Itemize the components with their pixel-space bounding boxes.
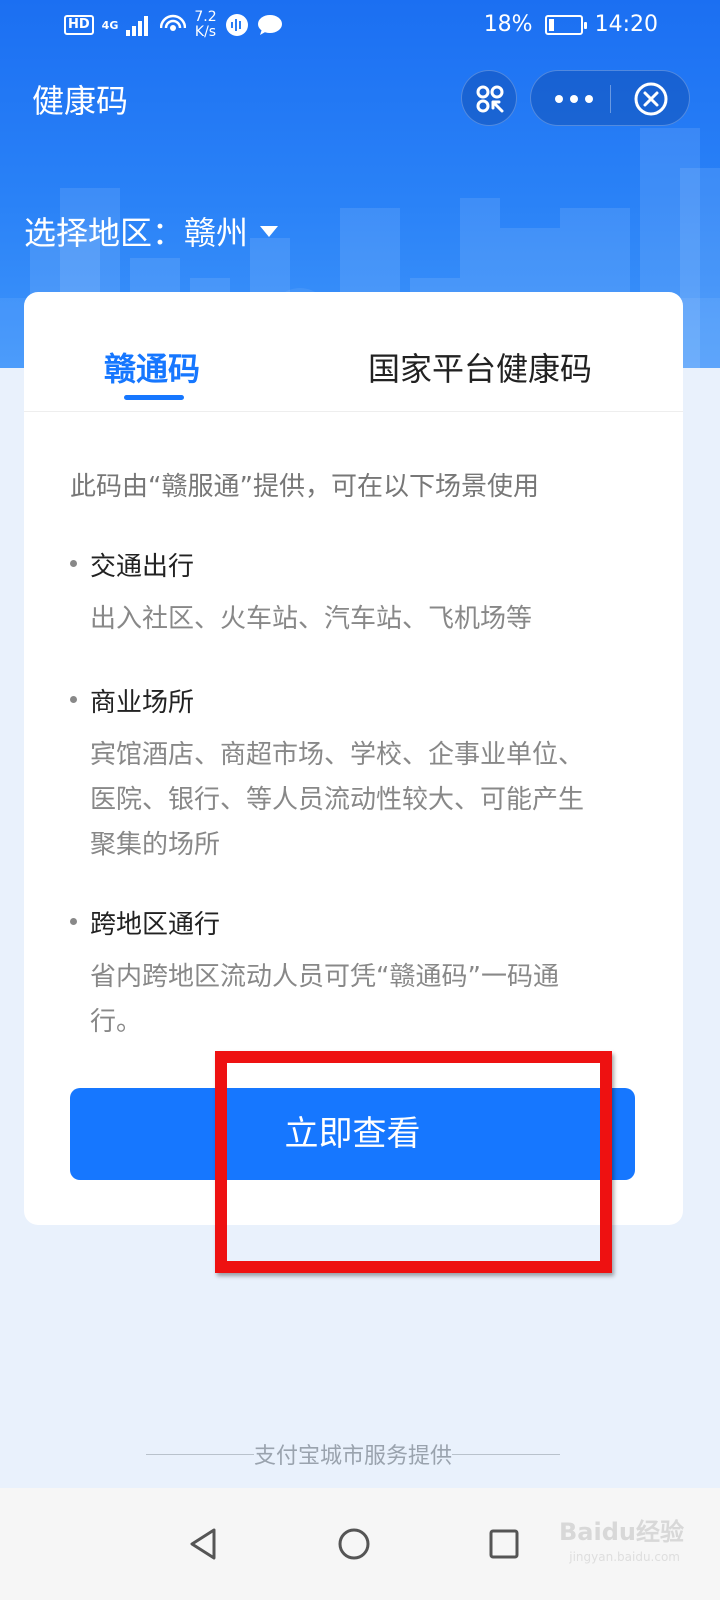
section-title: 交通出行	[90, 552, 195, 582]
section-description: 宾馆酒店、商超市场、学校、企事业单位、 医院、银行、等人员流动性较大、可能产生 …	[70, 733, 650, 868]
description-line: 省内跨地区流动人员可凭“赣通码”一码通	[90, 962, 559, 992]
description-line: 行。	[90, 1007, 143, 1037]
battery-icon	[544, 14, 587, 35]
miniapp-capsule	[530, 70, 690, 126]
more-button[interactable]	[531, 71, 610, 127]
voice-app-icon	[225, 14, 248, 36]
bullet-dot	[70, 918, 77, 925]
baidu-watermark-url: jingyan.baidu.com	[569, 1550, 680, 1564]
section-title: 商业场所	[90, 688, 195, 718]
speed-value: 7.2	[194, 9, 217, 25]
network-speed: 7.2 K/s	[194, 10, 216, 40]
footer-line-left	[146, 1453, 254, 1455]
scan-button[interactable]	[461, 70, 517, 126]
baidu-watermark: Baidu经验	[559, 1518, 684, 1546]
recents-square-icon	[489, 1529, 519, 1559]
active-tab-indicator	[124, 395, 184, 400]
close-circle-icon	[634, 82, 668, 116]
signal-icon	[126, 16, 149, 36]
nav-home-button[interactable]	[326, 1516, 382, 1572]
section-title: 跨地区通行	[90, 910, 221, 940]
description-line: 宾馆酒店、商超市场、学校、企事业单位、	[90, 740, 585, 770]
footer-credit: 支付宝城市服务提供	[146, 1438, 561, 1470]
footer-text: 支付宝城市服务提供	[254, 1444, 453, 1469]
status-bar: HD 4G 7.2 K/s 18% 14:20	[0, 0, 720, 52]
description-line: 出入社区、火车站、汽车站、飞机场等	[90, 604, 533, 634]
section-transport: 交通出行 出入社区、火车站、汽车站、飞机场等	[70, 546, 650, 642]
section-cross-region: 跨地区通行 省内跨地区流动人员可凭“赣通码”一码通 行。	[70, 904, 650, 1045]
hd-indicator: HD	[64, 15, 94, 35]
tab-bar: 赣通码 国家平台健康码	[24, 292, 683, 412]
bullet-dot	[70, 560, 77, 567]
description-line: 医院、银行、等人员流动性较大、可能产生	[90, 785, 585, 815]
nav-back-button[interactable]	[176, 1516, 232, 1572]
intro-text: 此码由“赣服通”提供，可在以下场景使用	[70, 472, 539, 502]
caret-down-icon	[260, 225, 279, 237]
scan-qr-icon	[476, 85, 504, 113]
speed-unit: K/s	[194, 24, 217, 40]
battery-percent: 18%	[483, 12, 533, 37]
description-line: 聚集的场所	[90, 830, 221, 860]
tab-gantong-code[interactable]: 赣通码	[104, 344, 200, 390]
region-label: 选择地区：	[24, 214, 185, 252]
highlight-box	[215, 1051, 612, 1273]
tab-national-health-code[interactable]: 国家平台健康码	[368, 344, 592, 390]
section-commercial: 商业场所 宾馆酒店、商超市场、学校、企事业单位、 医院、银行、等人员流动性较大、…	[70, 682, 650, 868]
page-title: 健康码	[32, 82, 129, 120]
region-value: 赣州	[184, 214, 249, 252]
wifi-hotspot-icon	[160, 14, 187, 31]
bullet-dot	[70, 696, 77, 703]
back-triangle-icon	[190, 1528, 216, 1560]
status-left: HD 4G 7.2 K/s	[64, 10, 283, 40]
section-description: 出入社区、火车站、汽车站、飞机场等	[70, 597, 650, 642]
more-dots-icon	[555, 95, 593, 103]
status-right: 18% 14:20	[484, 12, 658, 37]
close-button[interactable]	[611, 71, 691, 127]
nav-recents-button[interactable]	[476, 1516, 532, 1572]
message-icon	[257, 15, 282, 35]
network-type: 4G	[101, 18, 119, 32]
section-description: 省内跨地区流动人员可凭“赣通码”一码通 行。	[70, 955, 650, 1045]
region-selector[interactable]: 选择地区： 赣州	[24, 208, 279, 254]
footer-line-right	[452, 1453, 561, 1455]
clock: 14:20	[594, 12, 658, 37]
home-circle-icon	[338, 1528, 370, 1560]
